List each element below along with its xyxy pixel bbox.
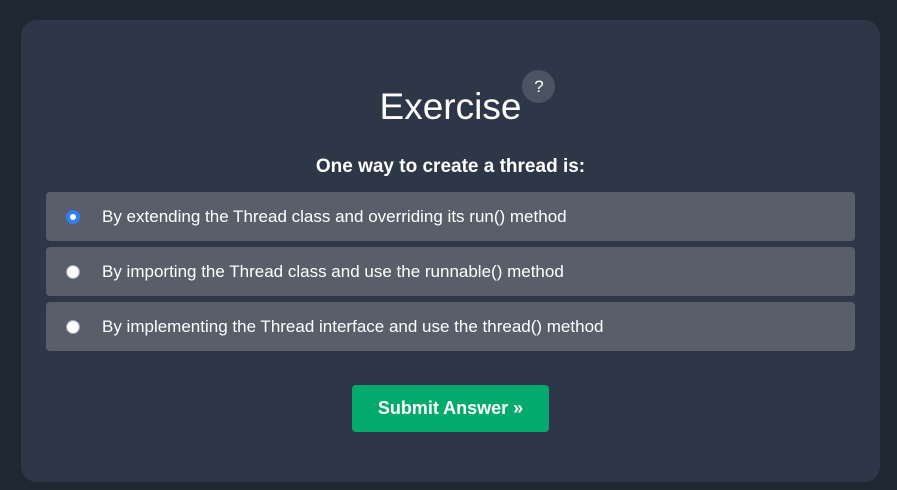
question-text: One way to create a thread is: xyxy=(315,156,586,177)
radio-button-2[interactable] xyxy=(66,264,80,279)
answer-option-1[interactable]: By extending the Thread class and overri… xyxy=(46,192,855,241)
answer-option-label: By implementing the Thread interface and… xyxy=(102,316,604,336)
exercise-panel: Exercise ? One way to create a thread is… xyxy=(21,20,880,482)
radio-button-3[interactable] xyxy=(66,319,80,334)
help-icon[interactable]: ? xyxy=(522,70,556,103)
title-row: Exercise ? xyxy=(21,70,880,128)
answer-option-label: By importing the Thread class and use th… xyxy=(102,261,564,281)
radio-button-1[interactable] xyxy=(66,209,80,224)
answer-option-2[interactable]: By importing the Thread class and use th… xyxy=(46,247,855,296)
submit-answer-button[interactable]: Submit Answer » xyxy=(352,385,549,432)
answer-option-3[interactable]: By implementing the Thread interface and… xyxy=(46,302,855,351)
answer-options: By extending the Thread class and overri… xyxy=(46,192,855,357)
exercise-title-text: Exercise xyxy=(379,86,522,127)
exercise-title: Exercise ? xyxy=(379,70,556,128)
answer-option-label: By extending the Thread class and overri… xyxy=(102,206,567,226)
